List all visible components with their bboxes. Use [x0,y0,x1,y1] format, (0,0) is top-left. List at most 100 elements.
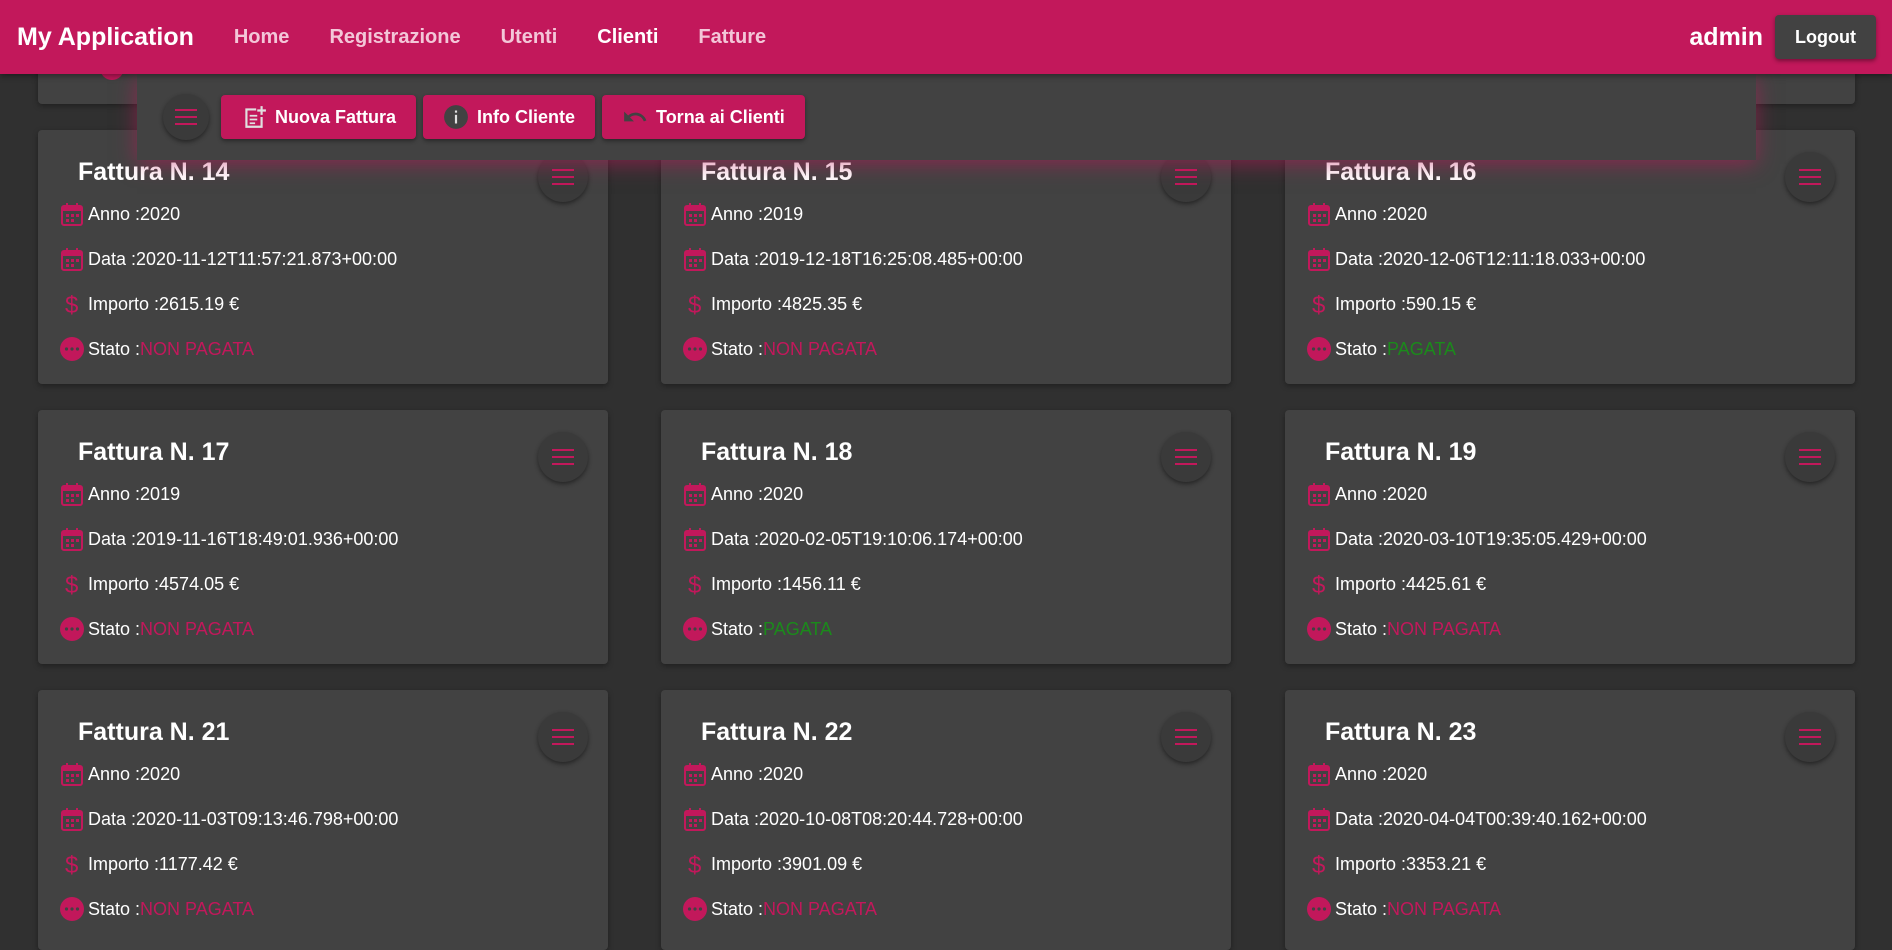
invoice-date: 2019-12-18T16:25:08.485+00:00 [759,248,1023,269]
date-label: Data : [88,248,137,269]
year-label: Anno : [1335,483,1388,504]
new-invoice-icon [245,106,266,128]
invoice-date: 2020-03-10T19:35:05.429+00:00 [1383,528,1647,549]
invoice-amount-row: $ Importo : 1177.42 € [60,852,238,877]
invoice-date: 2019-11-16T18:49:01.936+00:00 [136,528,399,549]
svg-text:$: $ [65,572,78,597]
invoice-date-row: Data : 2020-10-08T08:20:44.728+00:00 [683,807,1023,831]
year-label: Anno : [1335,763,1388,784]
more-horiz-icon [60,337,84,361]
calendar-icon [1307,807,1331,831]
menu-icon [1799,449,1821,465]
svg-text:$: $ [1312,852,1325,877]
date-label: Data : [711,808,760,829]
invoice-menu-button[interactable] [1785,432,1835,482]
invoice-year-row: Anno : 2020 [1307,202,1427,226]
nav-user-area: admin Logout [1689,15,1876,59]
invoice-menu-button[interactable] [1785,712,1835,762]
status-label: Stato : [88,618,141,639]
more-horiz-icon [60,897,84,921]
invoice-title: Fattura N. 22 [701,718,853,746]
invoice-year: 2020 [763,763,804,784]
menu-icon [552,169,574,185]
invoice-title: Fattura N. 17 [78,438,230,466]
dollar-icon: $ [1307,852,1331,877]
dollar-icon: $ [683,292,707,317]
invoice-year-row: Anno : 2020 [1307,482,1427,506]
invoice-status-row: Stato : NON PAGATA [60,897,254,921]
calendar-icon [1307,202,1331,226]
nav-link-utenti[interactable]: Utenti [501,26,558,49]
invoice-status-row: Stato : PAGATA [1307,337,1456,361]
svg-text:$: $ [688,292,701,317]
nav-link-fatture[interactable]: Fatture [698,26,766,49]
amount-label: Importo : [88,293,160,314]
invoice-year: 2020 [140,763,181,784]
new-invoice-label: Nuova Fattura [275,106,397,127]
toolbar-menu-button[interactable] [163,94,209,140]
amount-label: Importo : [1335,573,1407,594]
dollar-icon: $ [60,852,84,877]
invoice-date: 2020-10-08T08:20:44.728+00:00 [759,808,1023,829]
svg-text:$: $ [65,852,78,877]
back-to-clients-button[interactable]: Torna ai Clienti [602,95,805,139]
amount-label: Importo : [88,573,160,594]
year-label: Anno : [711,203,764,224]
menu-icon [1175,169,1197,185]
nav-link-registrazione[interactable]: Registrazione [329,26,460,49]
invoice-menu-button[interactable] [1785,152,1835,202]
amount-label: Importo : [711,573,783,594]
app-brand[interactable]: My Application [17,23,194,52]
invoice-title: Fattura N. 23 [1325,718,1477,746]
invoice-menu-button[interactable] [538,432,588,482]
invoice-year: 2019 [140,483,181,504]
status-label: Stato : [88,898,141,919]
menu-icon [1799,729,1821,745]
amount-label: Importo : [711,853,783,874]
year-label: Anno : [88,483,141,504]
invoice-amount-row: $ Importo : 4425.61 € [1307,572,1487,597]
year-label: Anno : [1335,203,1388,224]
invoice-card: Fattura N. 21 Anno : 2020 Data : 2020-11… [38,690,608,950]
invoice-status: NON PAGATA [763,338,878,359]
invoice-menu-button[interactable] [538,712,588,762]
calendar-icon [683,527,707,551]
invoice-date: 2020-04-04T00:39:40.162+00:00 [1383,808,1647,829]
invoice-date: 2020-02-05T19:10:06.174+00:00 [759,528,1023,549]
new-invoice-button[interactable]: Nuova Fattura [221,95,417,139]
invoice-status-row: Stato : NON PAGATA [683,337,877,361]
status-label: Stato : [711,338,764,359]
nav-link-home[interactable]: Home [234,26,290,49]
invoice-amount-row: $ Importo : 3353.21 € [1307,852,1486,877]
invoice-status-row: Stato : PAGATA [683,617,832,641]
invoice-status: NON PAGATA [1387,898,1502,919]
invoice-menu-button[interactable] [1161,432,1211,482]
year-label: Anno : [88,763,141,784]
dollar-icon: $ [1307,572,1331,597]
invoice-year-row: Anno : 2019 [60,482,180,506]
year-label: Anno : [88,203,141,224]
invoice-date-row: Data : 2020-11-03T09:13:46.798+00:00 [60,807,398,831]
calendar-icon [1307,527,1331,551]
amount-label: Importo : [88,853,160,874]
calendar-icon [683,202,707,226]
menu-icon [1175,729,1197,745]
invoice-date-row: Data : 2020-02-05T19:10:06.174+00:00 [683,527,1023,551]
invoice-amount: 2615.19 € [159,293,240,314]
invoice-amount-row: $ Importo : 4825.35 € [683,292,862,317]
calendar-icon [60,482,84,506]
client-info-button[interactable]: Info Cliente [423,95,596,139]
invoice-amount: 4425.61 € [1406,573,1487,594]
nav-link-clienti[interactable]: Clienti [597,26,658,49]
invoice-status: NON PAGATA [763,898,878,919]
invoice-status: PAGATA [1387,338,1457,359]
calendar-icon [1307,482,1331,506]
svg-text:$: $ [65,292,78,317]
invoice-year-row: Anno : 2019 [683,202,803,226]
invoice-menu-button[interactable] [1161,712,1211,762]
menu-icon [1175,449,1197,465]
logout-button[interactable]: Logout [1775,15,1876,59]
invoice-card: Fattura N. 19 Anno : 2020 Data : 2020-03… [1285,410,1855,664]
calendar-icon [1307,762,1331,786]
invoice-date-row: Data : 2020-12-06T12:11:18.033+00:00 [1307,247,1645,271]
